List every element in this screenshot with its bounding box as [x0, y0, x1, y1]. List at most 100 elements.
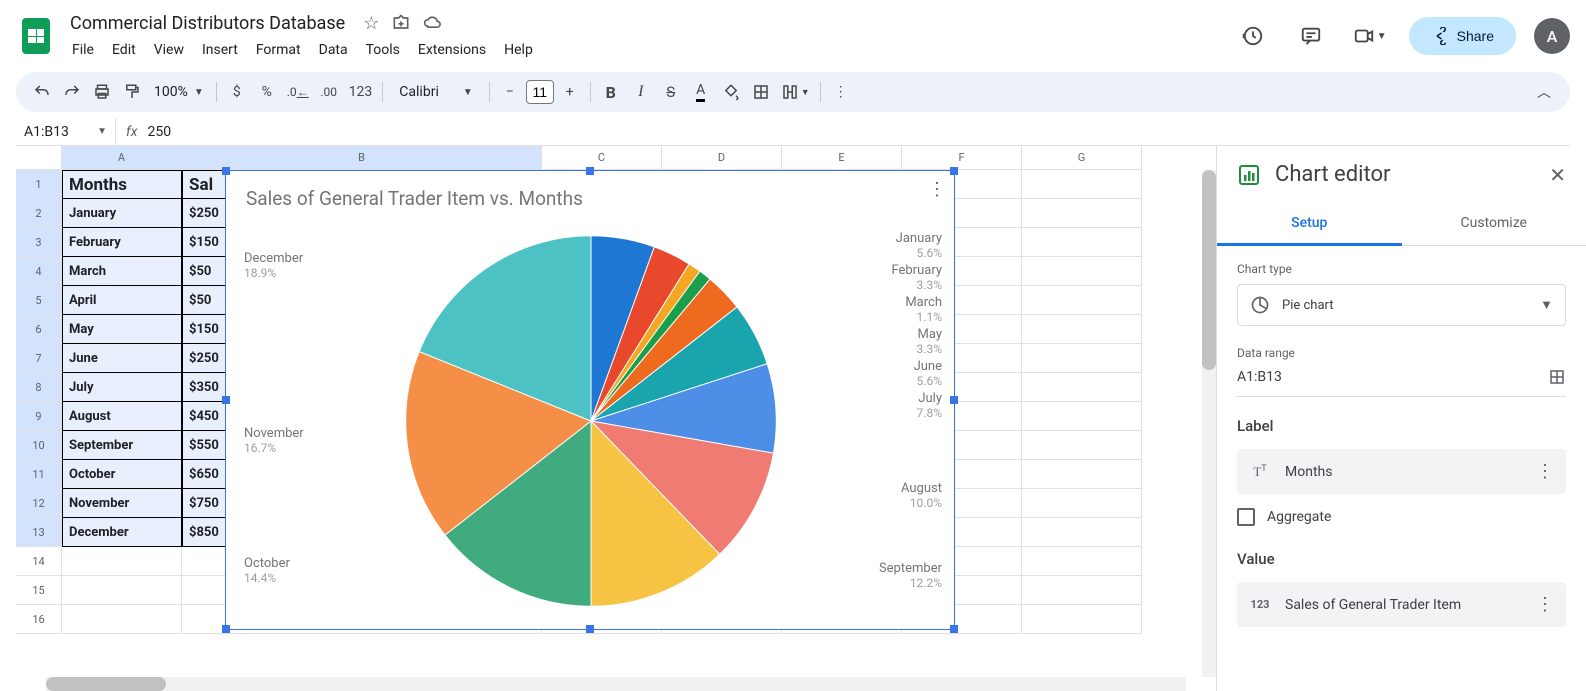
col-header-f[interactable]: F: [902, 146, 1022, 170]
cell[interactable]: [1022, 170, 1142, 199]
cell[interactable]: [1022, 460, 1142, 489]
strikethrough-button[interactable]: S: [657, 78, 685, 106]
sheets-logo[interactable]: [16, 16, 56, 56]
menu-tools[interactable]: Tools: [358, 38, 408, 62]
spreadsheet-grid[interactable]: A B C D E F G 1MonthsSal2January$2503Feb…: [0, 146, 1216, 691]
cell[interactable]: December: [62, 518, 182, 547]
cell[interactable]: [62, 547, 182, 576]
value-chip-menu[interactable]: ⋮: [1536, 594, 1554, 615]
cell[interactable]: [1022, 605, 1142, 634]
cell[interactable]: May: [62, 315, 182, 344]
vertical-scrollbar[interactable]: [1202, 170, 1216, 677]
cell[interactable]: [1022, 373, 1142, 402]
row-header[interactable]: 7: [16, 344, 62, 373]
history-icon[interactable]: [1233, 16, 1273, 56]
comments-icon[interactable]: [1291, 16, 1331, 56]
more-toolbar-button[interactable]: ⋮: [827, 78, 855, 106]
cell[interactable]: June: [62, 344, 182, 373]
aggregate-checkbox-row[interactable]: Aggregate: [1237, 508, 1566, 526]
bold-button[interactable]: B: [597, 78, 625, 106]
menu-edit[interactable]: Edit: [104, 38, 144, 62]
decrease-decimal-button[interactable]: .0←: [283, 78, 313, 106]
cell[interactable]: [1022, 199, 1142, 228]
select-range-icon[interactable]: [1548, 368, 1566, 386]
col-header-e[interactable]: E: [782, 146, 902, 170]
increase-decimal-button[interactable]: .00: [315, 78, 343, 106]
row-header[interactable]: 16: [16, 605, 62, 634]
name-box[interactable]: A1:B13▼: [16, 118, 116, 145]
meet-icon[interactable]: ▼: [1349, 16, 1391, 56]
row-header[interactable]: 11: [16, 460, 62, 489]
cell[interactable]: [1022, 228, 1142, 257]
account-avatar[interactable]: A: [1534, 18, 1570, 54]
zoom-select[interactable]: 100%▼: [148, 84, 210, 100]
cell[interactable]: [1022, 489, 1142, 518]
cell[interactable]: [1022, 576, 1142, 605]
font-select[interactable]: Calibri▼: [389, 84, 482, 100]
text-color-button[interactable]: A: [687, 78, 715, 106]
embedded-chart[interactable]: Sales of General Trader Item vs. Months …: [225, 170, 955, 630]
label-chip-menu[interactable]: ⋮: [1536, 461, 1554, 482]
increase-font-size-button[interactable]: +: [556, 78, 584, 106]
menu-data[interactable]: Data: [311, 38, 356, 62]
label-chip[interactable]: TT Months ⋮: [1237, 449, 1566, 494]
move-icon[interactable]: [391, 13, 411, 34]
cell[interactable]: [1022, 344, 1142, 373]
row-header[interactable]: 15: [16, 576, 62, 605]
cell[interactable]: August: [62, 402, 182, 431]
chart-menu-button[interactable]: ⋮: [928, 179, 946, 200]
col-header-a[interactable]: A: [62, 146, 182, 170]
close-panel-button[interactable]: ✕: [1549, 163, 1566, 187]
decrease-font-size-button[interactable]: −: [496, 78, 524, 106]
currency-button[interactable]: $: [223, 78, 251, 106]
borders-button[interactable]: [747, 78, 775, 106]
menu-format[interactable]: Format: [248, 38, 309, 62]
menu-view[interactable]: View: [146, 38, 192, 62]
row-header[interactable]: 1: [16, 170, 62, 199]
row-header[interactable]: 2: [16, 199, 62, 228]
undo-button[interactable]: [28, 78, 56, 106]
col-header-c[interactable]: C: [542, 146, 662, 170]
select-all-corner[interactable]: [16, 146, 62, 170]
aggregate-checkbox[interactable]: [1237, 508, 1255, 526]
cell[interactable]: [62, 605, 182, 634]
data-range-input[interactable]: A1:B13: [1237, 369, 1548, 385]
chart-type-select[interactable]: Pie chart ▼: [1237, 284, 1566, 326]
menu-help[interactable]: Help: [496, 38, 541, 62]
percent-button[interactable]: %: [253, 78, 281, 106]
cell[interactable]: Months: [62, 170, 182, 199]
cell[interactable]: April: [62, 286, 182, 315]
cloud-status-icon[interactable]: [423, 13, 443, 34]
cell[interactable]: [1022, 402, 1142, 431]
tab-setup[interactable]: Setup: [1217, 203, 1402, 246]
row-header[interactable]: 12: [16, 489, 62, 518]
row-header[interactable]: 10: [16, 431, 62, 460]
menu-file[interactable]: File: [64, 38, 102, 62]
tab-customize[interactable]: Customize: [1402, 203, 1586, 245]
cell[interactable]: [1022, 547, 1142, 576]
horizontal-scrollbar[interactable]: [46, 677, 1186, 691]
star-icon[interactable]: ☆: [363, 13, 379, 34]
document-title[interactable]: Commercial Distributors Database: [64, 11, 351, 36]
font-size-input[interactable]: [526, 80, 554, 104]
cell[interactable]: September: [62, 431, 182, 460]
menu-extensions[interactable]: Extensions: [410, 38, 494, 62]
cell[interactable]: July: [62, 373, 182, 402]
collapse-toolbar-button[interactable]: ︿: [1530, 78, 1558, 106]
row-header[interactable]: 6: [16, 315, 62, 344]
row-header[interactable]: 5: [16, 286, 62, 315]
merge-button[interactable]: ▼: [777, 78, 814, 106]
row-header[interactable]: 14: [16, 547, 62, 576]
row-header[interactable]: 8: [16, 373, 62, 402]
cell[interactable]: [1022, 286, 1142, 315]
cell[interactable]: March: [62, 257, 182, 286]
row-header[interactable]: 4: [16, 257, 62, 286]
cell[interactable]: October: [62, 460, 182, 489]
italic-button[interactable]: I: [627, 78, 655, 106]
cell[interactable]: [1022, 257, 1142, 286]
col-header-b[interactable]: B: [182, 146, 542, 170]
row-header[interactable]: 9: [16, 402, 62, 431]
formula-value[interactable]: 250: [147, 124, 171, 140]
cell[interactable]: February: [62, 228, 182, 257]
cell[interactable]: [1022, 431, 1142, 460]
